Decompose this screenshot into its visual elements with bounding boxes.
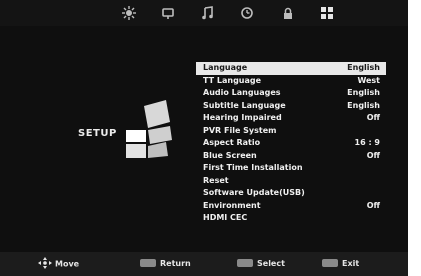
lock-icon[interactable] bbox=[280, 5, 296, 21]
select-hint-label: Select bbox=[257, 259, 285, 268]
setup-menu-list: Language English TT Language West Audio Lang… bbox=[196, 62, 386, 225]
select-hint: Select bbox=[237, 258, 285, 270]
menu-item-value: West bbox=[357, 75, 380, 85]
move-arrows-icon bbox=[38, 257, 52, 269]
menu-item-label: Aspect Ratio bbox=[203, 138, 261, 147]
tv-setup-screen: SETUP Language English TT Language West Audi… bbox=[0, 0, 408, 276]
menu-item-label: Environment bbox=[203, 200, 261, 210]
clock-icon[interactable] bbox=[239, 5, 255, 21]
menu-item-value: English bbox=[347, 63, 380, 72]
menu-item-label: Blue Screen bbox=[203, 150, 257, 160]
enter-key-icon bbox=[237, 258, 253, 267]
menu-item-value: Off bbox=[366, 150, 380, 160]
menu-item[interactable]: Aspect Ratio 16 : 9 bbox=[196, 137, 386, 150]
menu-item-label: Software Update(USB) bbox=[203, 188, 305, 197]
menu-item-label: HDMI CEC bbox=[203, 213, 248, 222]
menu-item[interactable]: Language English bbox=[196, 62, 386, 75]
menu-item[interactable]: Software Update(USB) bbox=[196, 187, 386, 200]
setup-grid-icon[interactable] bbox=[319, 5, 335, 21]
menu-item[interactable]: HDMI CEC bbox=[196, 212, 386, 225]
menu-item-value: Off bbox=[366, 113, 380, 122]
return-hint: Return bbox=[140, 258, 191, 270]
page-title: SETUP bbox=[78, 128, 117, 139]
menu-item[interactable]: Audio Languages English bbox=[196, 87, 386, 100]
picture-icon[interactable] bbox=[121, 5, 137, 21]
move-hint-label: Move bbox=[55, 259, 80, 269]
sound-icon[interactable] bbox=[160, 5, 176, 21]
menu-item-label: First Time Installation bbox=[203, 163, 303, 172]
menu-item[interactable]: Hearing Impaired Off bbox=[196, 112, 386, 125]
menu-item[interactable]: Reset bbox=[196, 175, 386, 188]
exit-hint: Exit bbox=[322, 258, 359, 270]
menu-item-label: Subtitle Language bbox=[203, 100, 286, 110]
menu-item-value: English bbox=[347, 100, 380, 110]
menu-item[interactable]: Subtitle Language English bbox=[196, 100, 386, 113]
menu-item-label: TT Language bbox=[203, 75, 262, 85]
menu-item-label: PVR File System bbox=[203, 125, 277, 135]
menu-item[interactable]: TT Language West bbox=[196, 75, 386, 88]
menu-item-label: Audio Languages bbox=[203, 88, 281, 97]
return-hint-label: Return bbox=[160, 259, 191, 268]
menu-item[interactable]: First Time Installation bbox=[196, 162, 386, 175]
menu-item-value: 16 : 9 bbox=[354, 138, 380, 147]
menu-item[interactable]: PVR File System bbox=[196, 125, 386, 138]
menu-item-label: Reset bbox=[203, 175, 229, 185]
menu-item-value: English bbox=[347, 88, 380, 97]
exit-key-icon bbox=[322, 258, 338, 267]
footer-hint-bar: Move Return Select Exit bbox=[0, 252, 408, 276]
top-menu-bar bbox=[0, 0, 408, 26]
setup-blocks-icon bbox=[122, 100, 182, 160]
menu-item-label: Language bbox=[203, 63, 248, 72]
menu-item[interactable]: Environment Off bbox=[196, 200, 386, 213]
exit-hint-label: Exit bbox=[342, 259, 360, 268]
music-icon[interactable] bbox=[200, 5, 216, 21]
menu-item-value: Off bbox=[366, 200, 380, 210]
menu-item-label: Hearing Impaired bbox=[203, 113, 282, 122]
move-hint: Move bbox=[38, 257, 80, 270]
return-key-icon bbox=[140, 258, 156, 267]
menu-item[interactable]: Blue Screen Off bbox=[196, 150, 386, 163]
